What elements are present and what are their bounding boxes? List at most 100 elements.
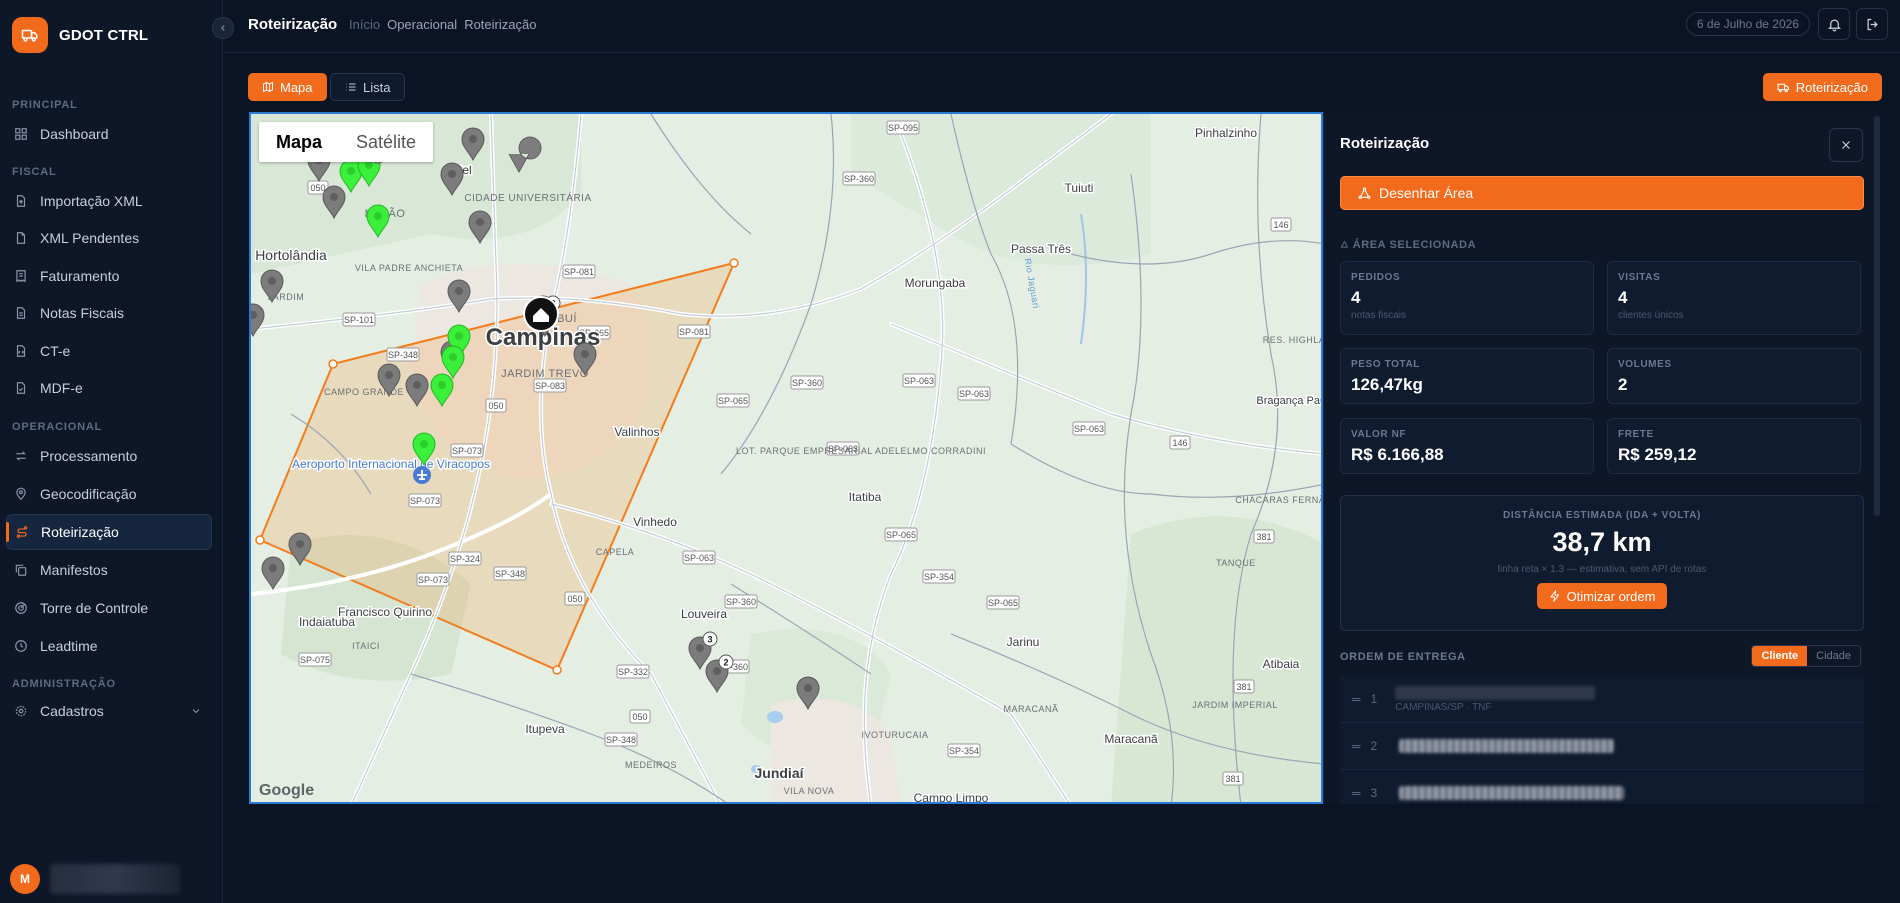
file-code-icon [16, 345, 26, 357]
sidebar-item-label: Roteirização [41, 524, 119, 540]
draw-area-button[interactable]: Desenhar Área [1340, 176, 1864, 210]
svg-text:SP-075: SP-075 [300, 655, 330, 665]
list-icon [346, 83, 356, 91]
sidebar-item-label: Faturamento [40, 268, 120, 284]
optimize-order-button[interactable]: Otimizar ordem [1536, 583, 1668, 609]
svg-text:381: 381 [1236, 682, 1251, 692]
pin-dot [420, 440, 428, 448]
sidebar: GDOT CTRL PRINCIPAL Dashboard FISCAL Imp… [0, 0, 223, 903]
map-label-bui: BUÍ [557, 312, 577, 325]
selected-area-text: ÁREA SELECIONADA [1352, 239, 1477, 251]
map-label-jardim-trevo: JARDIM TREVO [501, 368, 589, 380]
stat-value: 126,47kg [1351, 375, 1423, 394]
svg-text:SP-083: SP-083 [535, 381, 565, 391]
map-label-tanque: TANQUE [1216, 558, 1256, 568]
pin-dot [476, 218, 484, 226]
sidebar-item-roteirizacao[interactable]: Roteirização [6, 514, 212, 550]
row-index: 1 [1370, 692, 1378, 706]
panel-scrollbar[interactable] [1873, 112, 1881, 804]
sidebar-item-notas-fiscais[interactable]: Notas Fiscais [6, 295, 212, 331]
map-label-louveira: Louveira [681, 607, 727, 621]
logout-icon [1867, 18, 1878, 30]
map-label-itupeva: Itupeva [525, 722, 565, 736]
sidebar-item-torre-de-controle[interactable]: Torre de Controle [6, 590, 212, 626]
drag-handle-icon[interactable]: ═ [1352, 739, 1361, 753]
breadcrumb-item[interactable]: Operacional [387, 17, 457, 32]
map-type-toggle[interactable]: Mapa Satélite [259, 122, 434, 162]
map-label-hortolandia: Hortolândia [255, 247, 327, 263]
breadcrumb-item[interactable]: Início [349, 17, 380, 32]
drag-handle-icon[interactable]: ═ [1352, 786, 1361, 800]
sidebar-item-geocodificacao[interactable]: Geocodificação [6, 476, 212, 512]
client-name-redacted [1395, 685, 1596, 700]
map-label-valinhos: Valinhos [614, 425, 659, 439]
sidebar-item-leadtime[interactable]: Leadtime [6, 628, 212, 664]
logout-button[interactable] [1856, 8, 1888, 40]
delivery-row[interactable]: ═ 3 [1340, 770, 1864, 804]
cluster-count: 2 [723, 658, 728, 668]
sidebar-item-cadastros[interactable]: Cadastros [6, 693, 212, 729]
order-group-toggle[interactable]: Cliente Cidade [1751, 645, 1861, 667]
pin-dot [374, 212, 382, 220]
file-icon [16, 232, 26, 244]
pin-dot [365, 161, 373, 169]
group-by-city[interactable]: Cidade [1807, 646, 1860, 666]
notifications-button[interactable] [1818, 8, 1850, 40]
lightning-icon [1549, 590, 1560, 602]
delivery-row[interactable]: ═ 2 [1340, 723, 1864, 770]
svg-text:SP-063: SP-063 [1074, 424, 1104, 434]
user-profile[interactable]: M [10, 864, 180, 894]
map-type-satellite[interactable]: Satélite [339, 122, 433, 162]
truck-icon [1777, 83, 1789, 92]
map-label-braganca: Bragança Paulista [1256, 395, 1323, 407]
delivery-row[interactable]: ═ 1 CAMPINAS/SP · TNF [1340, 676, 1864, 723]
section-label-operacional: OPERACIONAL [12, 421, 103, 433]
svg-text:SP-063: SP-063 [959, 389, 989, 399]
optimize-order-label: Otimizar ordem [1566, 588, 1656, 604]
breadcrumb-item: Roteirização [464, 17, 537, 32]
stat-key: PESO TOTAL [1351, 359, 1420, 370]
route-icon [16, 526, 28, 538]
sidebar-item-faturamento[interactable]: Faturamento [6, 258, 212, 294]
pin-dot [438, 381, 446, 389]
sidebar-item-dashboard[interactable]: Dashboard [6, 116, 212, 152]
sidebar-item-xml-pendentes[interactable]: XML Pendentes [6, 220, 212, 256]
distance-note: linha reta × 1.3 — estimativa, sem API d… [1497, 564, 1707, 575]
svg-text:SP-073: SP-073 [410, 496, 440, 506]
file-check-icon [16, 382, 26, 394]
svg-text:SP-332: SP-332 [618, 667, 648, 677]
svg-text:381: 381 [1225, 774, 1240, 784]
sidebar-item-importacao-xml[interactable]: Importação XML [6, 183, 212, 219]
roteirizacao-button[interactable]: Roteirização [1762, 73, 1882, 101]
map-label-atibaia: Atibaia [1263, 657, 1300, 671]
sidebar-item-cte[interactable]: CT-e [6, 333, 212, 369]
map-label-francisco-quirino: Francisco Quirino [338, 605, 432, 619]
drag-handle-icon[interactable]: ═ [1352, 692, 1361, 706]
view-list-button[interactable]: Lista [330, 73, 406, 101]
map-type-map[interactable]: Mapa [259, 122, 339, 162]
pin-dot [269, 564, 277, 572]
svg-text:SP-081: SP-081 [679, 327, 709, 337]
draw-area-label: Desenhar Área [1379, 185, 1474, 201]
svg-text:SP-095: SP-095 [888, 123, 918, 133]
sidebar-item-processamento[interactable]: Processamento [6, 438, 212, 474]
view-map-button[interactable]: Mapa [248, 73, 327, 101]
bell-icon [1827, 19, 1841, 31]
pin-dot [696, 644, 704, 652]
brand[interactable]: GDOT CTRL [12, 17, 148, 53]
sidebar-item-label: Cadastros [40, 703, 104, 719]
map-view[interactable]: SP-095 SP-360 SP-081 SP-081 SP-065 SP-06… [249, 112, 1323, 804]
stat-value: 4 [1351, 288, 1361, 307]
close-icon [1842, 141, 1850, 149]
clock-icon [15, 640, 27, 652]
page-header: Roteirização Início Operacional Roteiriz… [224, 0, 1900, 53]
group-by-client[interactable]: Cliente [1752, 646, 1808, 666]
distance-label: DISTÂNCIA ESTIMADA (IDA + VOLTA) [1503, 510, 1701, 521]
sidebar-item-manifestos[interactable]: Manifestos [6, 552, 212, 588]
sidebar-item-mdfe[interactable]: MDF-e [6, 370, 212, 406]
client-name-redacted [1399, 786, 1625, 800]
close-panel-button[interactable] [1829, 128, 1863, 162]
collapse-sidebar-button[interactable] [212, 17, 234, 39]
breadcrumb: Início Operacional Roteirização [349, 17, 536, 32]
stat-pedidos: PEDIDOS 4 notas fiscais [1340, 261, 1594, 335]
